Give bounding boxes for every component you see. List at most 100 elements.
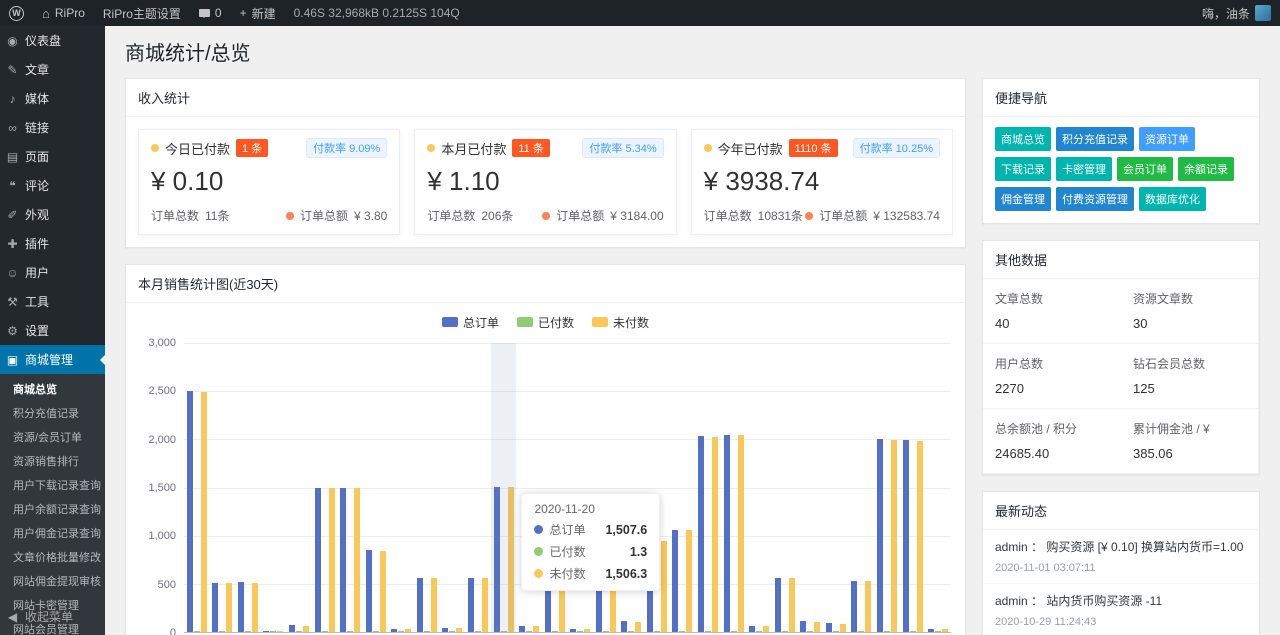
bar-未付数-2020-11-25 bbox=[635, 622, 641, 632]
quick-nav-button[interactable]: 卡密管理 bbox=[1056, 157, 1112, 181]
bar-group-2020-12-06[interactable] bbox=[900, 343, 926, 632]
bar-group-2020-11-20[interactable] bbox=[491, 343, 517, 632]
comments-menu[interactable]: 0 bbox=[190, 0, 231, 26]
greeting-text: 嗨，油条 bbox=[1202, 5, 1250, 22]
quick-nav-button[interactable]: 资源订单 bbox=[1139, 127, 1195, 151]
bar-group-2020-12-07[interactable] bbox=[925, 343, 951, 632]
sidebar-submenu-item[interactable]: 商城总览 bbox=[0, 377, 105, 401]
quick-nav-button[interactable]: 商城总览 bbox=[995, 127, 1051, 151]
new-content-menu[interactable]: + 新建 bbox=[231, 0, 285, 26]
bar-group-2020-12-05[interactable] bbox=[874, 343, 900, 632]
sidebar-item-posts[interactable]: ✎ 文章 bbox=[0, 55, 105, 84]
activity-timestamp: 2020-10-29 11:24:43 bbox=[995, 616, 1247, 628]
bar-group-2020-11-10[interactable] bbox=[235, 343, 261, 632]
bar-总订单-2020-12-03 bbox=[826, 623, 832, 632]
sidebar-item-media[interactable]: ♪ 媒体 bbox=[0, 84, 105, 113]
bar-group-2020-11-19[interactable] bbox=[465, 343, 491, 632]
sidebar-item-plugins[interactable]: ✚ 插件 bbox=[0, 229, 105, 258]
sidebar-item-shop-management[interactable]: ▣ 商城管理 bbox=[0, 345, 105, 374]
bar-group-2020-11-17[interactable] bbox=[414, 343, 440, 632]
bar-已付数-2020-11-14 bbox=[347, 631, 353, 632]
stat-value: 125 bbox=[1133, 381, 1246, 396]
collapse-arrow-icon: ◀ bbox=[6, 610, 19, 624]
bar-group-2020-11-30[interactable] bbox=[746, 343, 772, 632]
sidebar-item-links[interactable]: ∞ 链接 bbox=[0, 113, 105, 142]
order-amount-value: ¥ 132583.74 bbox=[873, 209, 940, 223]
other-data-title: 其他数据 bbox=[983, 241, 1259, 279]
site-menu[interactable]: ⌂ RiPro bbox=[33, 0, 94, 26]
legend-item[interactable]: 已付数 bbox=[517, 313, 574, 331]
links-icon: ∞ bbox=[6, 121, 19, 135]
bar-group-2020-11-13[interactable] bbox=[312, 343, 338, 632]
user-account-menu[interactable]: 嗨，油条 bbox=[1193, 0, 1280, 26]
y-axis: 05001,0001,5002,0002,5003,000 bbox=[140, 343, 184, 633]
bar-group-2020-11-14[interactable] bbox=[337, 343, 363, 632]
sidebar-submenu-item[interactable]: 用户余额记录查询 bbox=[0, 497, 105, 521]
legend-item[interactable]: 未付数 bbox=[592, 313, 649, 331]
orders-total-label: 订单总数 bbox=[427, 207, 475, 224]
quick-nav-button[interactable]: 数据库优化 bbox=[1139, 187, 1206, 211]
sidebar-submenu-item[interactable]: 用户佣金记录查询 bbox=[0, 521, 105, 545]
theme-settings-label: RiPro主题设置 bbox=[103, 5, 181, 22]
legend-item[interactable]: 总订单 bbox=[442, 313, 499, 331]
bar-总订单-2020-11-10 bbox=[238, 582, 244, 632]
bar-group-2020-12-04[interactable] bbox=[849, 343, 875, 632]
bar-group-2020-11-12[interactable] bbox=[286, 343, 312, 632]
sidebar-item-appearance[interactable]: ✐ 外观 bbox=[0, 200, 105, 229]
quick-nav-button[interactable]: 付费资源管理 bbox=[1056, 187, 1134, 211]
chart-legend: 总订单 已付数 未付数 bbox=[140, 313, 951, 331]
quick-nav-button[interactable]: 佣金管理 bbox=[995, 187, 1051, 211]
stat-cell: 累计佣金池 / ¥ 385.06 bbox=[1121, 409, 1259, 474]
quick-nav-button[interactable]: 积分充值记录 bbox=[1056, 127, 1134, 151]
bar-group-2020-11-08[interactable] bbox=[184, 343, 210, 632]
bar-group-2020-11-28[interactable] bbox=[695, 343, 721, 632]
income-card-today: 今日已付款 1 条 付款率 9.09% ¥ 0.10 订单总数 11条 bbox=[138, 129, 400, 235]
collapse-menu-button[interactable]: ◀ 收起菜单 bbox=[0, 602, 105, 631]
bar-未付数-2020-11-08 bbox=[201, 392, 207, 632]
theme-settings-menu[interactable]: RiPro主题设置 bbox=[94, 0, 190, 26]
appearance-icon: ✐ bbox=[6, 208, 19, 222]
sidebar-submenu-item[interactable]: 文章价格批量修改 bbox=[0, 545, 105, 569]
bar-已付数-2020-11-10 bbox=[245, 631, 251, 632]
tooltip-row: 总订单 1,507.6 bbox=[534, 521, 647, 538]
quick-nav-button[interactable]: 余额记录 bbox=[1178, 157, 1234, 181]
bar-未付数-2020-11-19 bbox=[482, 578, 488, 632]
bar-已付数-2020-11-15 bbox=[373, 631, 379, 632]
sidebar-item-dashboard[interactable]: ◉ 仪表盘 bbox=[0, 26, 105, 55]
sidebar-item-tools[interactable]: ⚒ 工具 bbox=[0, 287, 105, 316]
sidebar-submenu-item[interactable]: 网站佣金提现审核 bbox=[0, 569, 105, 593]
bar-group-2020-11-18[interactable] bbox=[440, 343, 466, 632]
bar-group-2020-11-11[interactable] bbox=[261, 343, 287, 632]
sidebar-item-settings[interactable]: ⚙ 设置 bbox=[0, 316, 105, 345]
sidebar-submenu-item[interactable]: 积分充值记录 bbox=[0, 401, 105, 425]
bar-group-2020-11-15[interactable] bbox=[363, 343, 389, 632]
bar-group-2020-11-16[interactable] bbox=[389, 343, 415, 632]
sidebar-submenu-item[interactable]: 资源/会员订单 bbox=[0, 425, 105, 449]
bar-已付数-2020-11-21 bbox=[526, 631, 532, 632]
bar-group-2020-11-09[interactable] bbox=[210, 343, 236, 632]
bar-总订单-2020-11-20 bbox=[494, 487, 500, 632]
bar-总订单-2020-12-02 bbox=[800, 621, 806, 632]
admin-bar-right: 嗨，油条 bbox=[1193, 0, 1280, 26]
bar-group-2020-12-02[interactable] bbox=[798, 343, 824, 632]
bar-group-2020-12-01[interactable] bbox=[772, 343, 798, 632]
wp-logo-menu[interactable]: W bbox=[0, 0, 33, 26]
stat-cell: 资源文章数 30 bbox=[1121, 279, 1259, 344]
posts-icon: ✎ bbox=[6, 63, 19, 77]
stats-grid: 文章总数 40 资源文章数 30 用户总数 2270 bbox=[983, 279, 1259, 474]
quick-nav-button[interactable]: 会员订单 bbox=[1117, 157, 1173, 181]
sidebar-item-users[interactable]: ☺ 用户 bbox=[0, 258, 105, 287]
order-amount-label: 订单总额 bbox=[819, 207, 867, 224]
sidebar-item-comments[interactable]: ❝ 评论 bbox=[0, 171, 105, 200]
payment-rate-tag: 付款率 10.25% bbox=[853, 138, 940, 158]
sidebar-submenu-item[interactable]: 用户下载记录查询 bbox=[0, 473, 105, 497]
bar-未付数-2020-11-21 bbox=[533, 626, 539, 632]
bar-group-2020-11-29[interactable] bbox=[721, 343, 747, 632]
bar-group-2020-12-03[interactable] bbox=[823, 343, 849, 632]
sidebar-submenu-item[interactable]: 资源销售排行 bbox=[0, 449, 105, 473]
quick-nav-button[interactable]: 下载记录 bbox=[995, 157, 1051, 181]
bar-总订单-2020-11-29 bbox=[724, 435, 730, 632]
stat-value: 30 bbox=[1133, 316, 1246, 331]
sidebar-item-pages[interactable]: ▤ 页面 bbox=[0, 142, 105, 171]
bar-group-2020-11-27[interactable] bbox=[670, 343, 696, 632]
